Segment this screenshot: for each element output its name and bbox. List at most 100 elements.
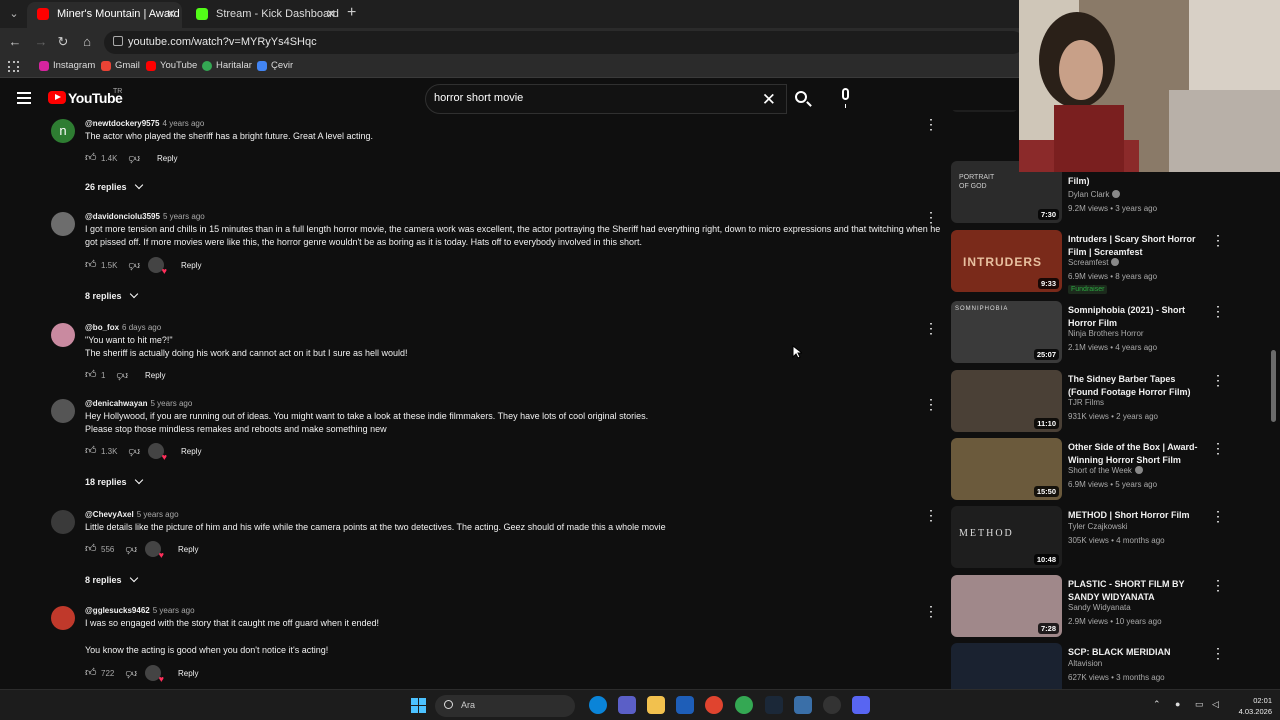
replies-toggle[interactable]: 26 replies [85, 180, 143, 192]
discord-icon[interactable] [852, 696, 870, 714]
video-title[interactable]: Other Side of the Box | Award-Winning Ho… [1068, 441, 1208, 467]
close-tab-icon[interactable]: ✕ [166, 2, 176, 26]
comment-time[interactable]: 5 years ago [153, 606, 195, 615]
avatar[interactable]: n [51, 119, 75, 143]
channel-name[interactable]: Screamfest [1068, 258, 1120, 267]
steam-icon[interactable] [765, 696, 783, 714]
video-thumbnail[interactable]: INTRUDERS 9:33 [951, 230, 1062, 292]
browser-tab-youtube[interactable]: Miner's Mountain | Award Winni ✕ [27, 2, 182, 28]
thumbs-down-icon[interactable]: 👍︎ [125, 543, 138, 555]
thumbs-down-icon[interactable]: 👍︎ [116, 369, 129, 381]
search-button[interactable] [787, 84, 817, 114]
teams-icon[interactable] [618, 696, 636, 714]
video-thumbnail[interactable]: 11:10 [951, 370, 1062, 432]
comment-time[interactable]: 5 years ago [151, 399, 193, 408]
chrome-icon[interactable] [705, 696, 723, 714]
obs-icon[interactable] [823, 696, 841, 714]
address-bar[interactable]: youtube.com/watch?v=MYRyYs4SHqc [104, 31, 1024, 54]
avatar[interactable] [51, 399, 75, 423]
video-more-icon[interactable] [1211, 645, 1225, 662]
video-more-icon[interactable] [1211, 372, 1225, 389]
video-title[interactable]: METHOD | Short Horror Film [1068, 509, 1208, 522]
bookmark-cevir[interactable]: Çevir [257, 60, 293, 71]
video-title[interactable]: The Sidney Barber Tapes (Found Footage H… [1068, 373, 1208, 399]
replies-toggle[interactable]: 18 replies [85, 475, 143, 487]
channel-name[interactable]: TJR Films [1068, 398, 1104, 407]
video-thumbnail[interactable]: METHOD 10:48 [951, 506, 1062, 568]
comment-time[interactable]: 5 years ago [163, 212, 205, 221]
clear-search-icon[interactable]: ✕ [762, 90, 776, 110]
video-title[interactable]: Intruders | Scary Short Horror Film | Sc… [1068, 233, 1208, 259]
home-icon[interactable]: ⌂ [79, 34, 95, 49]
apps-grid-icon[interactable] [8, 61, 19, 72]
menu-hamburger-icon[interactable] [17, 92, 31, 104]
close-tab-icon[interactable]: ✕ [326, 2, 336, 26]
microphone-tray-icon[interactable]: ● [1175, 699, 1180, 709]
edge-icon[interactable] [589, 696, 607, 714]
thumbs-up-icon[interactable]: 👍︎ [85, 369, 97, 381]
comment-time[interactable]: 5 years ago [137, 510, 179, 519]
thumbs-up-icon[interactable]: 👍︎ [85, 152, 97, 164]
video-title[interactable]: Somniphobia (2021) - Short Horror Film [1068, 304, 1208, 330]
video-more-icon[interactable] [1211, 232, 1225, 249]
reply-button[interactable]: Reply [145, 371, 165, 380]
related-video[interactable]: METHOD 10:48 METHOD | Short Horror Film … [951, 506, 1231, 570]
volume-icon[interactable]: ◁ [1212, 699, 1219, 710]
comment-author[interactable]: @newtdockery9575 [85, 119, 160, 128]
tab-search-chevron-icon[interactable]: ⌄ [6, 6, 22, 22]
bookmark-haritalar[interactable]: Haritalar [202, 60, 252, 71]
channel-name[interactable]: Altavision [1068, 659, 1102, 668]
reply-button[interactable]: Reply [181, 447, 201, 456]
avatar[interactable] [51, 606, 75, 630]
comment-time[interactable]: 4 years ago [163, 119, 205, 128]
video-thumbnail[interactable] [951, 110, 1018, 112]
thumbs-up-icon[interactable]: 👍︎ [85, 667, 97, 679]
video-thumbnail[interactable]: 7:28 [951, 575, 1062, 637]
thumbs-down-icon[interactable]: 👍︎ [128, 445, 141, 457]
bookmark-instagram[interactable]: Instagram [39, 60, 95, 71]
windows-start-icon[interactable] [411, 698, 427, 714]
related-video[interactable]: SOMNIPHOBIA 25:07 Somniphobia (2021) - S… [951, 301, 1231, 365]
bookmark-youtube[interactable]: YouTube [146, 60, 197, 71]
related-video[interactable]: 7:28 PLASTIC - SHORT FILM BY SANDY WIDYA… [951, 575, 1231, 639]
replies-toggle[interactable]: 8 replies [85, 289, 138, 301]
comment-author[interactable]: @ChevyAxel [85, 510, 134, 519]
comment-time[interactable]: 6 days ago [122, 323, 161, 332]
network-icon[interactable]: ▭ [1195, 699, 1204, 710]
thumbs-up-icon[interactable]: 👍︎ [85, 543, 97, 555]
comment-author[interactable]: @denicahwayan [85, 399, 148, 408]
video-thumbnail[interactable]: SOMNIPHOBIA 25:07 [951, 301, 1062, 363]
search-input[interactable] [434, 92, 754, 104]
channel-name[interactable]: Tyler Czajkowski [1068, 522, 1128, 531]
video-title[interactable]: Film) [1068, 175, 1208, 188]
new-tab-plus-icon[interactable]: + [347, 4, 356, 22]
reload-icon[interactable]: ↻ [55, 34, 71, 50]
site-info-icon[interactable] [113, 36, 123, 46]
chrome-active-icon[interactable] [735, 696, 753, 714]
related-video[interactable]: 11:10 The Sidney Barber Tapes (Found Foo… [951, 370, 1231, 434]
taskbar-clock[interactable]: 02:01 4.03.2026 [1228, 695, 1272, 717]
channel-name[interactable]: Ninja Brothers Horror [1068, 329, 1144, 338]
avatar[interactable] [51, 323, 75, 347]
page-scrollbar[interactable] [1271, 350, 1276, 422]
store-icon[interactable] [676, 696, 694, 714]
channel-name[interactable]: Short of the Week [1068, 466, 1143, 475]
reply-button[interactable]: Reply [178, 669, 198, 678]
settings-gear-icon[interactable] [794, 696, 812, 714]
thumbs-up-icon[interactable]: 👍︎ [85, 259, 97, 271]
youtube-logo-icon[interactable] [48, 91, 66, 104]
replies-toggle[interactable]: 8 replies [85, 573, 138, 585]
video-more-icon[interactable] [1211, 303, 1225, 320]
search-box[interactable]: ✕ [425, 84, 787, 114]
avatar[interactable] [51, 212, 75, 236]
video-thumbnail[interactable]: 15:50 [951, 438, 1062, 500]
file-explorer-icon[interactable] [647, 696, 665, 714]
related-video[interactable]: 15:50 Other Side of the Box | Award-Winn… [951, 438, 1231, 502]
channel-name[interactable]: Dylan Clark [1068, 190, 1121, 199]
taskbar-search[interactable]: Ara [435, 695, 575, 717]
video-more-icon[interactable] [1211, 577, 1225, 594]
video-title[interactable]: PLASTIC - SHORT FILM BY SANDY WIDYANATA [1068, 578, 1208, 604]
reply-button[interactable]: Reply [157, 154, 177, 163]
related-video[interactable]: INTRUDERS 9:33 Intruders | Scary Short H… [951, 230, 1231, 294]
channel-name[interactable]: Sandy Widyanata [1068, 603, 1131, 612]
